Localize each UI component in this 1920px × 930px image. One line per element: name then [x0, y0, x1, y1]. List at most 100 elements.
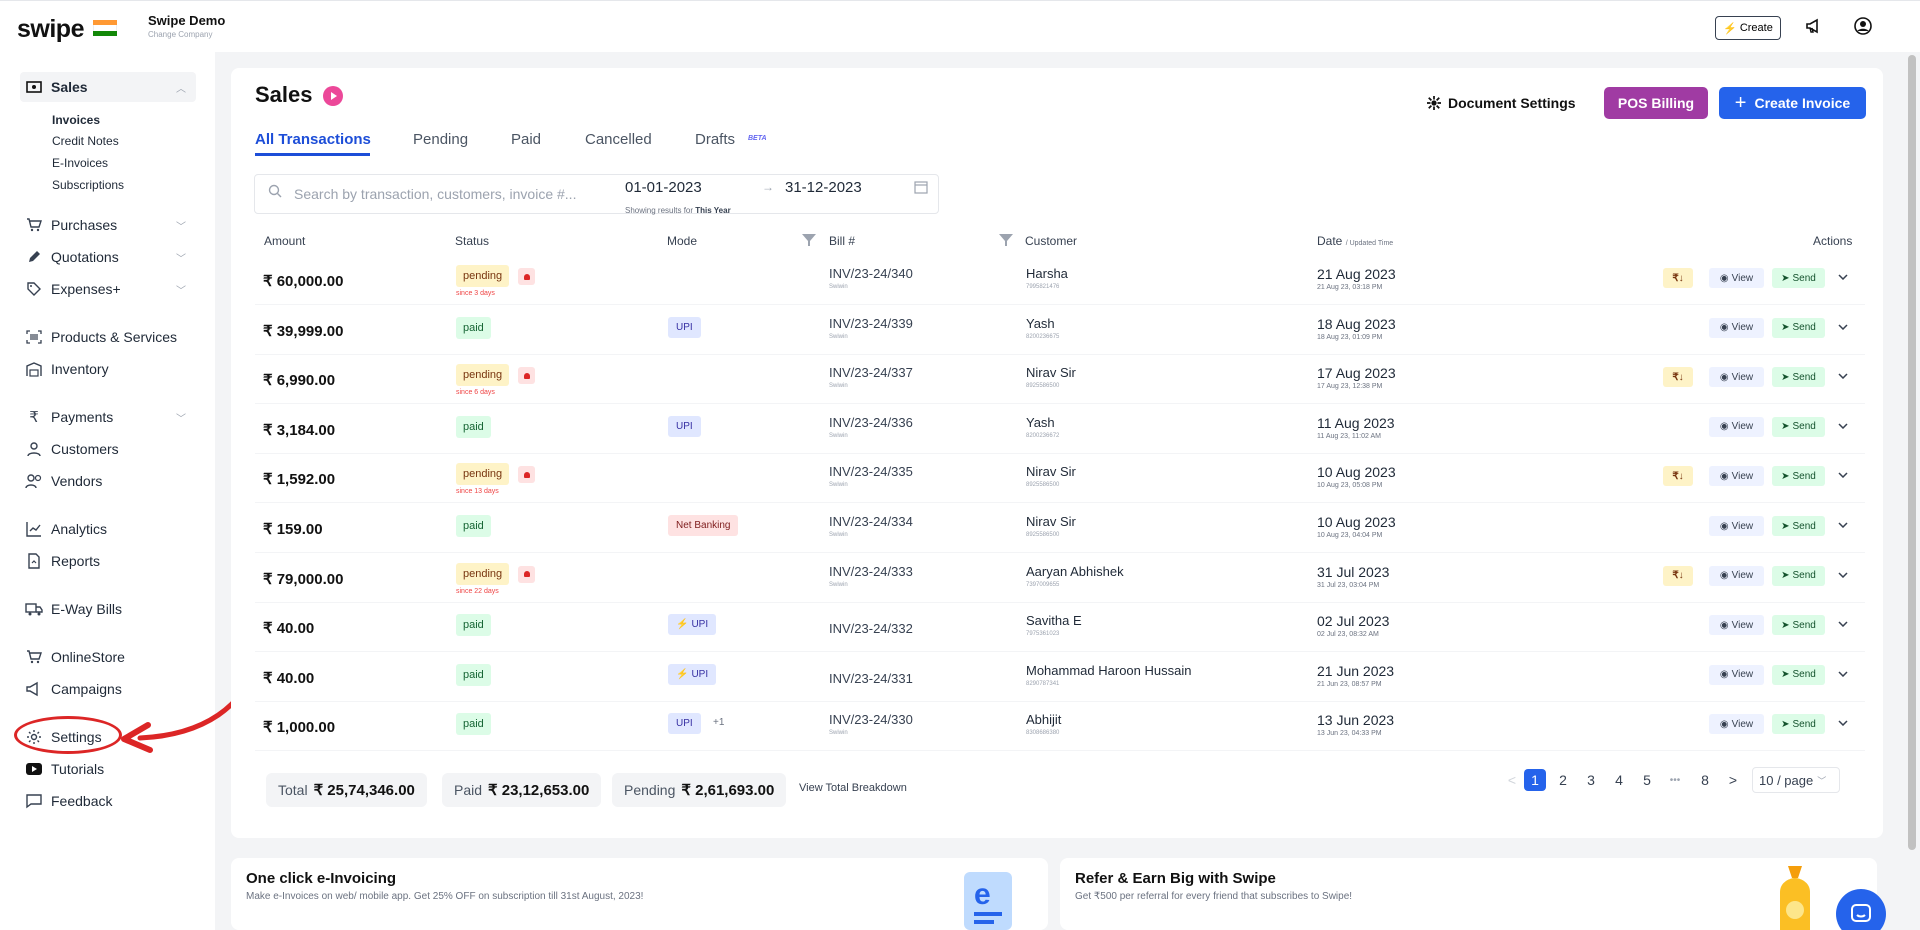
document-settings-button[interactable]: Document Settings: [1427, 91, 1576, 115]
company-name[interactable]: Swipe Demo: [148, 13, 225, 28]
view-button[interactable]: ◉ View: [1709, 615, 1764, 636]
scrollbar-thumb[interactable]: [1908, 55, 1916, 850]
sidebar-sub-invoices[interactable]: Invoices: [52, 113, 100, 127]
sidebar-sub-credit-notes[interactable]: Credit Notes: [52, 134, 119, 148]
customer-name[interactable]: Nirav Sir: [1026, 464, 1076, 479]
send-button[interactable]: ➤ Send: [1772, 268, 1825, 288]
pagination-page[interactable]: 4: [1608, 769, 1630, 791]
table-row[interactable]: ₹ 6,990.00 pending since 6 days INV/23-24/3…: [255, 355, 1865, 405]
pagination-page[interactable]: 1: [1524, 769, 1546, 791]
customer-name[interactable]: Mohammad Haroon Hussain: [1026, 663, 1191, 678]
record-payment-button[interactable]: ₹↓: [1663, 565, 1693, 586]
table-row[interactable]: ₹ 3,184.00 paid UPI INV/23-24/336 Swiwin Yash…: [255, 405, 1865, 454]
bell-icon[interactable]: [518, 367, 535, 385]
bell-icon[interactable]: [518, 268, 535, 285]
bill-number[interactable]: INV/23-24/332: [829, 621, 913, 636]
record-payment-button[interactable]: ₹↓: [1663, 268, 1693, 288]
tab-cancelled[interactable]: Cancelled: [585, 131, 652, 148]
chevron-down-icon[interactable]: [1835, 715, 1851, 731]
chevron-down-icon[interactable]: [1835, 567, 1851, 583]
pos-billing-button[interactable]: POS Billing: [1604, 87, 1708, 119]
table-row[interactable]: ₹ 39,999.00 paid UPI INV/23-24/339 Swiwin Yas…: [255, 306, 1865, 355]
table-row[interactable]: ₹ 79,000.00 pending since 22 days INV/23-24…: [255, 554, 1865, 603]
bill-number[interactable]: INV/23-24/330: [829, 712, 913, 727]
pagination-prev[interactable]: <: [1501, 769, 1523, 791]
sidebar-item-tutorials[interactable]: Tutorials: [20, 754, 196, 784]
customer-name[interactable]: Savitha E: [1026, 613, 1082, 628]
tab-drafts[interactable]: Drafts: [695, 131, 735, 148]
view-button[interactable]: ◉ View: [1709, 516, 1764, 536]
chevron-down-icon[interactable]: [1835, 616, 1851, 632]
change-company-link[interactable]: Change Company: [148, 30, 212, 39]
chevron-down-icon[interactable]: [1835, 467, 1851, 483]
pagination-ellipsis[interactable]: •••: [1664, 769, 1686, 791]
customer-name[interactable]: Yash: [1026, 316, 1055, 331]
filter-icon[interactable]: [999, 234, 1013, 246]
chevron-down-icon[interactable]: [1835, 319, 1851, 335]
megaphone-icon[interactable]: [1802, 14, 1826, 38]
sidebar-item-e-way-bills[interactable]: E-Way Bills: [20, 594, 196, 624]
date-to-input[interactable]: 31-12-2023: [785, 179, 862, 196]
record-payment-button[interactable]: ₹↓: [1663, 367, 1693, 388]
sidebar-item-reports[interactable]: Reports: [20, 546, 196, 576]
sidebar-item-customers[interactable]: Customers: [20, 434, 196, 464]
sidebar-item-quotations[interactable]: Quotations ﹀: [20, 242, 196, 272]
date-from-input[interactable]: 01-01-2023: [625, 179, 702, 196]
send-button[interactable]: ➤ Send: [1772, 416, 1825, 437]
user-icon[interactable]: [1851, 14, 1875, 38]
tab-paid[interactable]: Paid: [511, 131, 541, 148]
table-row[interactable]: ₹ 1,000.00 paid UPI +1 INV/23-24/330 Swiwin Ab…: [255, 702, 1865, 752]
view-total-breakdown-link[interactable]: View Total Breakdown: [799, 782, 907, 794]
header-date[interactable]: Date / Updated Time: [1317, 234, 1393, 248]
tab-all-transactions[interactable]: All Transactions: [255, 131, 371, 148]
customer-name[interactable]: Nirav Sir: [1026, 365, 1076, 380]
table-row[interactable]: ₹ 40.00 paid ⚡ UPI INV/23-24/332 Savitha E 797…: [255, 603, 1865, 653]
bill-number[interactable]: INV/23-24/333: [829, 564, 913, 579]
mode-extra-count[interactable]: +1: [713, 717, 724, 728]
view-button[interactable]: ◉ View: [1709, 664, 1764, 685]
bill-number[interactable]: INV/23-24/340: [829, 266, 913, 281]
sidebar-item-vendors[interactable]: Vendors: [20, 466, 196, 496]
sidebar-item-payments[interactable]: ₹ Payments ﹀: [20, 402, 196, 432]
topbar-create-button[interactable]: ⚡ Create: [1715, 16, 1781, 40]
table-row[interactable]: ₹ 159.00 paid Net Banking INV/23-24/334 Swiw…: [255, 504, 1865, 553]
customer-name[interactable]: Aaryan Abhishek: [1026, 564, 1124, 579]
chevron-down-icon[interactable]: [1835, 269, 1851, 285]
bill-number[interactable]: INV/23-24/336: [829, 415, 913, 430]
sidebar-item-expenses[interactable]: Expenses+ ﹀: [20, 274, 196, 304]
chevron-down-icon[interactable]: [1835, 418, 1851, 434]
bell-icon[interactable]: [518, 466, 535, 484]
send-button[interactable]: ➤ Send: [1772, 565, 1825, 586]
tab-pending[interactable]: Pending: [413, 131, 468, 148]
swipe-logo[interactable]: swipe: [17, 15, 84, 44]
bill-number[interactable]: INV/23-24/337: [829, 365, 913, 380]
view-button[interactable]: ◉ View: [1709, 714, 1764, 735]
send-button[interactable]: ➤ Send: [1772, 664, 1825, 685]
customer-name[interactable]: Nirav Sir: [1026, 514, 1076, 529]
sidebar-item-feedback[interactable]: Feedback: [20, 786, 196, 816]
sidebar-item-sales[interactable]: Sales ︿: [20, 72, 196, 102]
chevron-down-icon[interactable]: [1835, 517, 1851, 533]
send-button[interactable]: ➤ Send: [1772, 466, 1825, 487]
view-button[interactable]: ◉ View: [1709, 416, 1764, 437]
page-size-select[interactable]: 10 / page ﹀: [1752, 767, 1840, 793]
customer-name[interactable]: Abhijit: [1026, 712, 1061, 727]
table-row[interactable]: ₹ 1,592.00 pending since 13 days INV/23-24/…: [255, 454, 1865, 504]
sidebar-sub-e-invoices[interactable]: E-Invoices: [52, 156, 108, 170]
record-payment-button[interactable]: ₹↓: [1663, 466, 1693, 487]
search-input[interactable]: [294, 182, 594, 206]
customer-name[interactable]: Harsha: [1026, 266, 1068, 281]
chat-support-button[interactable]: [1836, 889, 1886, 930]
create-invoice-button[interactable]: + Create Invoice: [1719, 87, 1866, 119]
customer-name[interactable]: Yash: [1026, 415, 1055, 430]
send-button[interactable]: ➤ Send: [1772, 367, 1825, 388]
bill-number[interactable]: INV/23-24/334: [829, 514, 913, 529]
pagination-page[interactable]: 5: [1636, 769, 1658, 791]
view-button[interactable]: ◉ View: [1709, 317, 1764, 338]
chevron-down-icon[interactable]: [1835, 368, 1851, 384]
send-button[interactable]: ➤ Send: [1772, 615, 1825, 636]
header-amount[interactable]: Amount: [264, 234, 305, 248]
calendar-icon[interactable]: [914, 180, 928, 194]
send-button[interactable]: ➤ Send: [1772, 714, 1825, 735]
bill-number[interactable]: INV/23-24/339: [829, 316, 913, 331]
